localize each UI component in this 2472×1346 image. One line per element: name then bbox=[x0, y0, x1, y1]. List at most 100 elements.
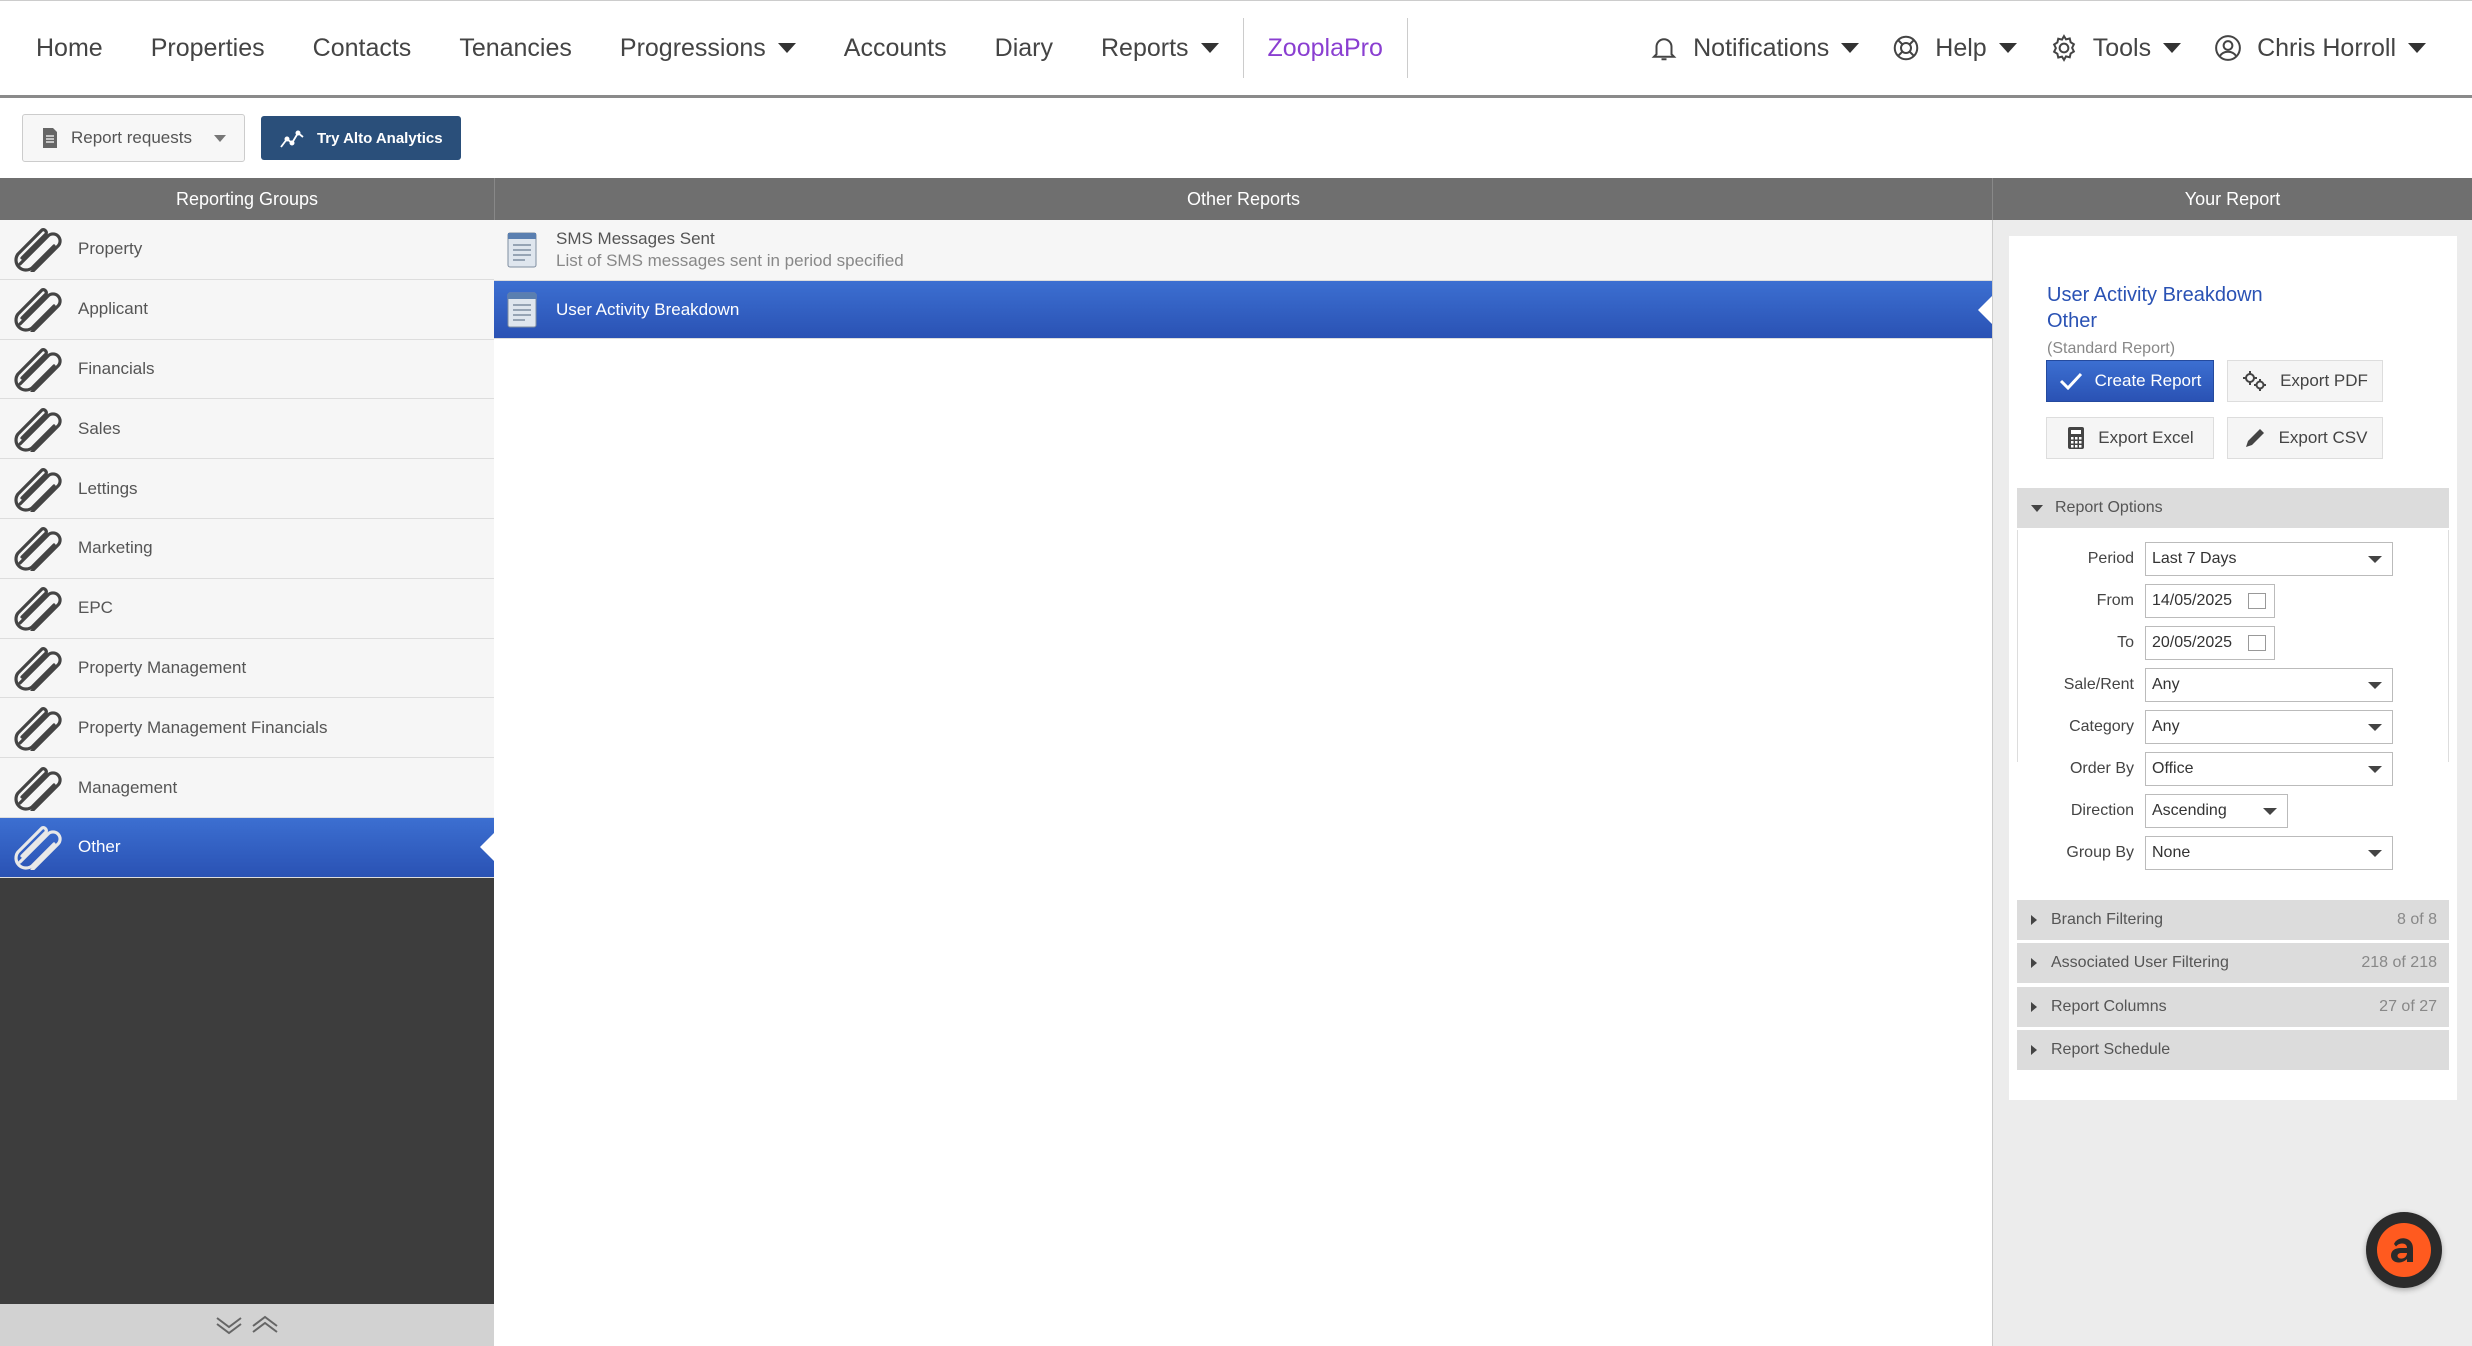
group-item-other[interactable]: Other bbox=[0, 817, 494, 878]
nav-reports-label: Reports bbox=[1100, 33, 1189, 62]
user-icon bbox=[2215, 35, 2241, 61]
group-item-label: Management bbox=[78, 777, 178, 797]
group-item-lettings[interactable]: Lettings bbox=[0, 459, 494, 519]
group-item-label: Financials bbox=[78, 358, 155, 378]
paperclip-icon bbox=[8, 765, 66, 813]
calendar-icon[interactable] bbox=[2248, 593, 2266, 609]
chevron-down-icon bbox=[1200, 43, 1219, 53]
report-schedule-toggle[interactable]: Report Schedule bbox=[2017, 1030, 2449, 1070]
group-item-applicant[interactable]: Applicant bbox=[0, 279, 494, 340]
your-report-header: Your Report bbox=[1992, 178, 2472, 220]
paperclip-icon bbox=[8, 346, 66, 394]
period-value: Last 7 Days bbox=[2152, 550, 2237, 567]
your-report-type: (Standard Report) bbox=[2047, 340, 2176, 357]
sale-rent-label: Sale/Rent bbox=[2063, 676, 2134, 693]
triangle-right-icon bbox=[2031, 1002, 2037, 1012]
group-item-epc[interactable]: EPC bbox=[0, 578, 494, 639]
gears-icon bbox=[2243, 371, 2267, 391]
branch-filtering-title: Branch Filtering bbox=[2051, 911, 2164, 928]
your-report-group: Other bbox=[2047, 310, 2098, 332]
group-item-property-management-financials[interactable]: Property Management Financials bbox=[0, 698, 494, 759]
group-item-property-management[interactable]: Property Management bbox=[0, 638, 494, 699]
category-select[interactable]: Any bbox=[2145, 710, 2393, 744]
nav-properties[interactable]: Properties bbox=[127, 1, 289, 95]
group-item-sales[interactable]: Sales bbox=[0, 399, 494, 460]
try-alto-analytics-button[interactable]: Try Alto Analytics bbox=[260, 116, 461, 160]
branch-filtering-count: 8 of 8 bbox=[2396, 911, 2437, 928]
category-label: Category bbox=[2069, 718, 2134, 735]
report-columns-toggle[interactable]: Report Columns 27 of 27 bbox=[2017, 987, 2449, 1027]
chevron-down-icon bbox=[1998, 43, 2017, 53]
nav-notifications[interactable]: Notifications bbox=[1633, 1, 1875, 95]
nav-help[interactable]: Help bbox=[1875, 1, 2032, 95]
nav-zooplapro[interactable]: ZooplaPro bbox=[1244, 1, 1407, 95]
chevron-down-icon bbox=[2368, 723, 2382, 731]
group-item-label: Applicant bbox=[78, 299, 148, 319]
order-by-label: Order By bbox=[2069, 760, 2134, 777]
group-by-select[interactable]: None bbox=[2145, 836, 2393, 870]
calculator-icon bbox=[2068, 427, 2085, 449]
paperclip-icon bbox=[8, 286, 66, 334]
alto-assistant-button[interactable] bbox=[2366, 1212, 2442, 1288]
group-item-label: Other bbox=[78, 837, 121, 857]
other-reports-header: Other Reports bbox=[494, 178, 1992, 220]
nav-diary-label: Diary bbox=[994, 33, 1053, 62]
nav-notifications-label: Notifications bbox=[1693, 33, 1830, 62]
nav-contacts[interactable]: Contacts bbox=[289, 1, 436, 95]
period-select[interactable]: Last 7 Days bbox=[2145, 542, 2393, 576]
group-item-management[interactable]: Management bbox=[0, 758, 494, 818]
paperclip-icon bbox=[8, 585, 66, 633]
from-date-input[interactable]: 14/05/2025 bbox=[2145, 584, 2275, 618]
nav-contacts-label: Contacts bbox=[312, 33, 412, 62]
export-csv-button[interactable]: Export CSV bbox=[2227, 417, 2383, 459]
nav-home[interactable]: Home bbox=[0, 1, 127, 95]
group-by-value: None bbox=[2152, 844, 2191, 861]
double-chevron-down-icon[interactable] bbox=[214, 1314, 244, 1336]
nav-user-label: Chris Horroll bbox=[2257, 33, 2396, 62]
export-excel-button[interactable]: Export Excel bbox=[2046, 417, 2214, 459]
chevron-down-icon bbox=[2368, 681, 2382, 689]
group-item-label: Marketing bbox=[78, 538, 153, 558]
group-item-financials[interactable]: Financials bbox=[0, 339, 494, 400]
nav-tenancies[interactable]: Tenancies bbox=[435, 1, 596, 95]
nav-progressions[interactable]: Progressions bbox=[596, 1, 820, 95]
your-report-heading: User Activity Breakdown Other bbox=[2047, 282, 2263, 334]
alto-logo-icon bbox=[2377, 1223, 2431, 1277]
nav-divider bbox=[1406, 18, 1408, 78]
direction-value: Ascending bbox=[2152, 802, 2227, 819]
try-alto-analytics-label: Try Alto Analytics bbox=[316, 129, 443, 147]
paperclip-icon bbox=[8, 705, 66, 753]
your-report-panel: User Activity Breakdown Other (Standard … bbox=[1992, 220, 2472, 1346]
group-item-property[interactable]: Property bbox=[0, 220, 494, 280]
sale-rent-select[interactable]: Any bbox=[2145, 668, 2393, 702]
report-item-title: SMS Messages Sent bbox=[556, 229, 715, 248]
export-pdf-button[interactable]: Export PDF bbox=[2227, 360, 2383, 402]
other-reports-title: Other Reports bbox=[1186, 188, 1301, 209]
nav-tools[interactable]: Tools bbox=[2033, 1, 2197, 95]
to-date-input[interactable]: 20/05/2025 bbox=[2145, 626, 2275, 660]
double-chevron-up-icon[interactable] bbox=[250, 1314, 280, 1336]
create-report-button[interactable]: Create Report bbox=[2046, 360, 2214, 402]
associated-user-filtering-toggle[interactable]: Associated User Filtering 218 of 218 bbox=[2017, 943, 2449, 983]
toolbar: Report requests Try Alto Analytics bbox=[0, 98, 2472, 178]
calendar-icon[interactable] bbox=[2248, 635, 2266, 651]
nav-diary[interactable]: Diary bbox=[971, 1, 1077, 95]
nav-help-label: Help bbox=[1935, 33, 1987, 62]
to-label: To bbox=[2117, 634, 2134, 651]
report-requests-button[interactable]: Report requests bbox=[22, 114, 245, 162]
top-nav: Home Properties Contacts Tenancies Progr… bbox=[0, 0, 2472, 98]
report-options-toggle[interactable]: Report Options bbox=[2017, 488, 2449, 528]
report-item-user-activity-breakdown[interactable]: User Activity Breakdown bbox=[494, 281, 1992, 339]
branch-filtering-toggle[interactable]: Branch Filtering 8 of 8 bbox=[2017, 900, 2449, 940]
nav-reports[interactable]: Reports bbox=[1077, 1, 1243, 95]
report-item-description: List of SMS messages sent in period spec… bbox=[556, 251, 904, 270]
group-item-label: Property Management bbox=[78, 657, 247, 677]
nav-user[interactable]: Chris Horroll bbox=[2197, 1, 2442, 95]
from-label: From bbox=[2096, 592, 2134, 609]
direction-select[interactable]: Ascending bbox=[2145, 794, 2288, 828]
group-item-marketing[interactable]: Marketing bbox=[0, 518, 494, 579]
report-item-sms-messages-sent[interactable]: SMS Messages Sent List of SMS messages s… bbox=[494, 220, 1992, 281]
order-by-select[interactable]: Office bbox=[2145, 752, 2393, 786]
report-document-icon bbox=[507, 232, 537, 268]
nav-accounts[interactable]: Accounts bbox=[820, 1, 971, 95]
